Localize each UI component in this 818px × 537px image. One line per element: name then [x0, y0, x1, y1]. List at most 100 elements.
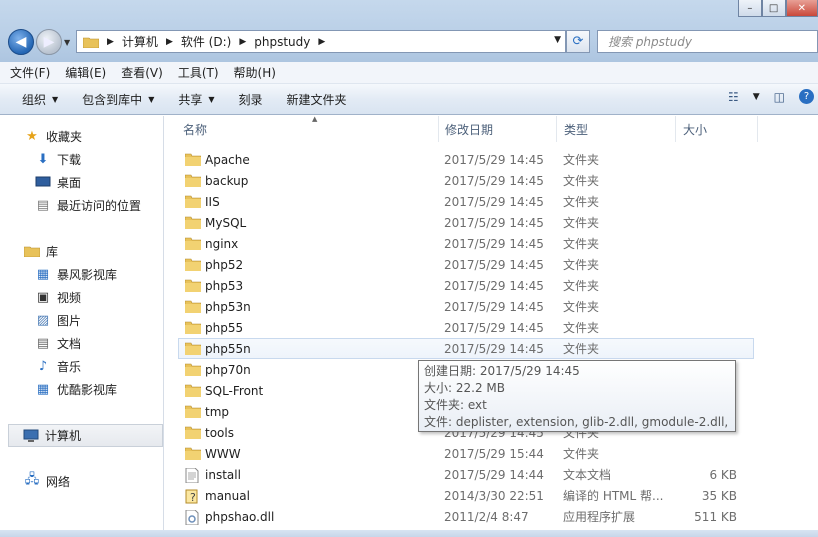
organize-button[interactable]: 组织 ▼	[22, 91, 58, 108]
help-file-icon: ?	[185, 489, 201, 504]
column-header-date[interactable]: 修改日期	[437, 116, 557, 142]
sidebar-item-network[interactable]: 🖧 网络	[24, 471, 186, 491]
dll-file-icon	[185, 509, 201, 525]
file-row[interactable]: php55n 2017/5/29 14:45 文件夹	[178, 338, 754, 359]
crumb-computer[interactable]: 计算机	[122, 33, 158, 50]
file-row[interactable]: php52 2017/5/29 14:45 文件夹	[179, 254, 755, 275]
file-date: 2017/5/29 14:45	[444, 152, 544, 167]
breadcrumb: ▶ 计算机 ▶ 软件 (D:) ▶ phpstudy ▶	[99, 33, 333, 50]
preview-pane-icon[interactable]: ◫	[774, 90, 785, 104]
tooltip-folders: 文件夹: ext	[424, 398, 487, 412]
file-type: 文件夹	[563, 321, 600, 335]
sidebar-item-label: 计算机	[45, 429, 82, 443]
history-dropdown[interactable]: ▼	[64, 38, 70, 47]
column-header-name[interactable]: 名称 ▲	[175, 115, 439, 142]
close-button[interactable]: ✕	[785, 0, 818, 17]
star-icon: ★	[26, 128, 38, 144]
column-header-label: 类型	[564, 122, 589, 137]
menu-file[interactable]: 文件(F)	[10, 64, 50, 81]
file-type: 应用程序扩展	[563, 510, 636, 524]
file-date: 2017/5/29 14:45	[444, 299, 544, 314]
file-row[interactable]: backup 2017/5/29 14:45 文件夹	[179, 170, 755, 191]
folder-icon	[185, 342, 201, 356]
folder-icon	[185, 195, 201, 209]
view-controls: ☷ ▼ ◫ ?	[728, 89, 818, 104]
column-header-size[interactable]: 大小	[675, 116, 758, 142]
sidebar-item-favorites[interactable]: ★ 收藏夹	[24, 126, 186, 146]
search-input[interactable]: 搜索 phpstudy	[597, 30, 818, 53]
chevron-down-icon[interactable]: ▼	[554, 35, 561, 45]
file-size: 511 KB	[694, 509, 737, 524]
view-options-icon[interactable]: ☷	[728, 90, 739, 104]
forward-button[interactable]: ▶	[36, 29, 62, 55]
file-row[interactable]: php53 2017/5/29 14:45 文件夹	[179, 275, 755, 296]
file-row[interactable]: MySQL 2017/5/29 14:45 文件夹	[179, 212, 755, 233]
crumb-drive[interactable]: 软件 (D:)	[181, 33, 231, 50]
menu-tools[interactable]: 工具(T)	[178, 64, 219, 81]
chevron-right-icon[interactable]: ▶	[318, 37, 325, 47]
file-type: 文件夹	[563, 216, 600, 230]
include-in-library-button[interactable]: 包含到库中 ▼	[82, 91, 154, 108]
arrow-left-icon: ◀	[15, 34, 27, 50]
chevron-down-icon[interactable]: ▼	[753, 92, 760, 102]
file-row[interactable]: ? manual 2014/3/30 22:51 编译的 HTML 帮... 35 KB	[179, 485, 755, 506]
picture-icon: ▨	[36, 312, 50, 328]
file-row[interactable]: phpshao.dll 2011/2/4 8:47 应用程序扩展 511 KB	[179, 506, 755, 527]
folder-icon	[185, 300, 201, 314]
organize-label: 组织	[22, 92, 47, 107]
library-icon	[24, 244, 40, 258]
menu-view[interactable]: 查看(V)	[121, 64, 163, 81]
file-type: 文件夹	[563, 279, 600, 293]
chevron-right-icon[interactable]: ▶	[166, 37, 173, 47]
file-name: IIS	[205, 194, 220, 209]
file-name: WWW	[205, 446, 241, 461]
arrow-right-icon: ▶	[43, 34, 55, 50]
file-type: 文件夹	[563, 258, 600, 272]
help-icon[interactable]: ?	[799, 89, 814, 104]
search-placeholder: 搜索 phpstudy	[608, 35, 692, 49]
document-icon: ▤	[36, 335, 50, 351]
sidebar-item-label: 最近访问的位置	[57, 198, 142, 213]
file-name: nginx	[205, 236, 239, 251]
column-header-type[interactable]: 类型	[556, 116, 676, 142]
file-row[interactable]: php55 2017/5/29 14:45 文件夹	[179, 317, 755, 338]
include-label: 包含到库中	[82, 92, 143, 107]
file-type: 编译的 HTML 帮...	[563, 489, 664, 503]
folder-icon	[185, 237, 201, 251]
file-name: php55	[205, 320, 244, 335]
menu-edit[interactable]: 编辑(E)	[65, 64, 106, 81]
chevron-right-icon[interactable]: ▶	[107, 37, 114, 47]
sidebar-item-label: 视频	[57, 290, 82, 305]
menu-help[interactable]: 帮助(H)	[234, 64, 276, 81]
address-bar[interactable]: ▶ 计算机 ▶ 软件 (D:) ▶ phpstudy ▶ ▼	[76, 30, 566, 53]
file-row[interactable]: Apache 2017/5/29 14:45 文件夹	[179, 149, 755, 170]
chevron-right-icon[interactable]: ▶	[239, 37, 246, 47]
crumb-folder[interactable]: phpstudy	[254, 35, 310, 49]
file-row[interactable]: IIS 2017/5/29 14:45 文件夹	[179, 191, 755, 212]
tooltip-files: 文件: deplister, extension, glib-2.dll, gm…	[424, 415, 730, 429]
sidebar-item-computer[interactable]: 计算机	[8, 424, 163, 447]
share-label: 共享	[178, 92, 203, 107]
file-row[interactable]: install 2017/5/29 14:44 文本文档 6 KB	[179, 464, 755, 485]
column-header-label: 修改日期	[445, 122, 494, 137]
file-row[interactable]: WWW 2017/5/29 15:44 文件夹	[179, 443, 755, 464]
title-bar: – □ ✕ ◀ ▶ ▼ ▶ 计算机 ▶ 软件 (D:) ▶ phpstudy ▶…	[0, 0, 818, 62]
back-button[interactable]: ◀	[8, 29, 34, 55]
file-name: install	[205, 467, 241, 482]
command-bar: 组织 ▼ 包含到库中 ▼ 共享 ▼ 刻录 新建文件夹 ☷ ▼ ◫ ?	[0, 84, 818, 115]
new-folder-button[interactable]: 新建文件夹	[287, 91, 347, 108]
sidebar-item-label: 文档	[57, 336, 82, 351]
file-size: 35 KB	[701, 488, 737, 503]
file-name: php53n	[205, 299, 251, 314]
minimize-button[interactable]: –	[738, 0, 762, 17]
menu-bar: 文件(F) 编辑(E) 查看(V) 工具(T) 帮助(H)	[0, 62, 818, 84]
refresh-button[interactable]: ⟳	[566, 30, 590, 53]
file-row[interactable]: php53n 2017/5/29 14:45 文件夹	[179, 296, 755, 317]
burn-button[interactable]: 刻录	[239, 91, 263, 108]
file-row[interactable]: nginx 2017/5/29 14:45 文件夹	[179, 233, 755, 254]
maximize-button[interactable]: □	[761, 0, 786, 17]
window-controls: – □ ✕	[738, 0, 818, 17]
share-button[interactable]: 共享 ▼	[178, 91, 214, 108]
sidebar-item-libraries[interactable]: 库	[24, 241, 186, 261]
download-folder-icon: ⬇	[37, 151, 49, 167]
